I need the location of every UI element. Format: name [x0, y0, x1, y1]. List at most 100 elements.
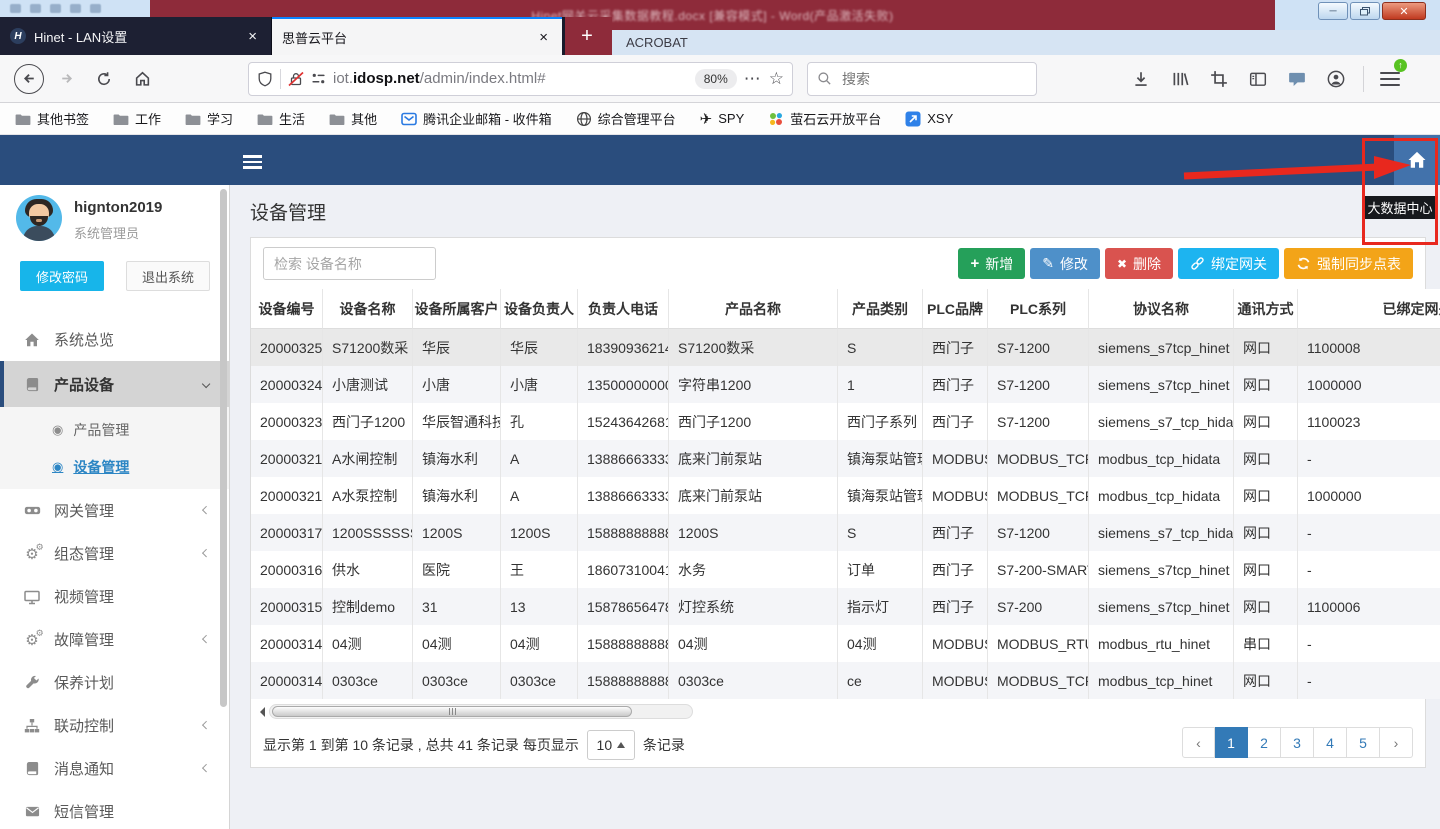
bookmark-item[interactable]: 其他: [329, 109, 377, 128]
column-header[interactable]: 产品类别: [838, 289, 923, 329]
bookmark-item[interactable]: 综合管理平台: [576, 109, 676, 128]
screenshot-icon[interactable]: [1210, 70, 1228, 88]
table-row[interactable]: 200003165供水医院王18607310041水务订单西门子S7-200-S…: [251, 551, 1440, 588]
url-text[interactable]: iot.idosp.net/admin/index.html#: [333, 70, 688, 87]
zoom-badge[interactable]: 80%: [695, 69, 737, 89]
sidebar-item-消息通知[interactable]: 消息通知: [0, 747, 229, 790]
bookmark-item[interactable]: 学习: [185, 109, 233, 128]
新增-button[interactable]: +新增: [958, 248, 1025, 279]
sidebar-subitem-产品管理[interactable]: ◉产品管理: [0, 411, 229, 448]
修改-button[interactable]: ✎修改: [1030, 248, 1100, 279]
forward-button[interactable]: [50, 63, 82, 95]
table-row[interactable]: 200003152控制demo311315878656478灯控系统指示灯西门子…: [251, 588, 1440, 625]
bookmark-item[interactable]: XSY: [905, 111, 953, 127]
reload-button[interactable]: [88, 63, 120, 95]
table-row[interactable]: 200003254S71200数采华辰华辰18390936214S71200数采…: [251, 329, 1440, 366]
close-icon[interactable]: ×: [535, 29, 552, 46]
删除-button[interactable]: ✖删除: [1105, 248, 1173, 279]
permissions-icon[interactable]: [311, 71, 326, 86]
table-row[interactable]: 200003212A水闸控制镇海水利A13886663333底来门前泵站镇海泵站…: [251, 440, 1440, 477]
table-cell: 1200SSSSSS: [323, 514, 413, 551]
shield-icon[interactable]: [257, 71, 273, 87]
sidebar-item-故障管理[interactable]: ⚙⚙故障管理: [0, 618, 229, 661]
table-cell: 15888888888: [578, 662, 669, 699]
column-header[interactable]: PLC系列: [988, 289, 1089, 329]
table-cell: siemens_s7tcp_hinet: [1089, 329, 1234, 366]
sidebar-item-产品设备[interactable]: 产品设备: [0, 361, 229, 407]
close-icon[interactable]: ×: [244, 28, 261, 45]
home-button[interactable]: [126, 63, 158, 95]
tab-hinet[interactable]: H Hinet - LAN设置 ×: [0, 17, 272, 55]
url-bar[interactable]: iot.idosp.net/admin/index.html# 80% ⋯ ☆: [248, 62, 793, 96]
scroll-left-icon[interactable]: [255, 707, 265, 717]
page-size-dropdown[interactable]: 10: [587, 730, 635, 760]
page-3[interactable]: 3: [1281, 727, 1314, 758]
sidebar-item-短信管理[interactable]: 短信管理: [0, 790, 229, 829]
page-next[interactable]: ›: [1380, 727, 1413, 758]
sidebar-item-系统总览[interactable]: 系统总览: [0, 318, 229, 361]
page-actions-icon[interactable]: ⋯: [744, 69, 762, 89]
bookmark-item[interactable]: 其他书签: [15, 109, 89, 128]
minimize-icon[interactable]: ─: [1318, 2, 1348, 20]
library-icon[interactable]: [1171, 70, 1189, 88]
bookmark-item[interactable]: 腾讯企业邮箱 - 收件箱: [401, 109, 552, 128]
column-header[interactable]: 设备名称: [323, 289, 413, 329]
column-header[interactable]: 设备负责人: [501, 289, 578, 329]
page-1[interactable]: 1: [1215, 727, 1248, 758]
insecure-lock-icon[interactable]: [288, 71, 304, 87]
pocket-chat-icon[interactable]: [1288, 70, 1306, 88]
horizontal-scrollbar[interactable]: [255, 704, 693, 719]
logout-button[interactable]: 退出系统: [126, 261, 210, 291]
table-row[interactable]: 2000031771200SSSSSS1200S1200S15888888888…: [251, 514, 1440, 551]
column-header[interactable]: 设备编号: [251, 289, 323, 329]
sidebar-toggle-icon[interactable]: [243, 152, 262, 172]
page-prev[interactable]: ‹: [1182, 727, 1215, 758]
sidebar-item-联动控制[interactable]: 联动控制: [0, 704, 229, 747]
column-header[interactable]: PLC品牌: [923, 289, 988, 329]
sidebar-subitem-设备管理[interactable]: ◉设备管理: [0, 448, 229, 485]
bookmark-star-icon[interactable]: ☆: [769, 69, 784, 89]
account-icon[interactable]: [1327, 70, 1345, 88]
bookmark-item[interactable]: 工作: [113, 109, 161, 128]
table-row[interactable]: 200003248小唐测试小唐小唐13500000000字符串12001西门子S…: [251, 366, 1440, 403]
sidebar-scrollbar[interactable]: [220, 189, 227, 707]
sidebar-item-保养计划[interactable]: 保养计划: [0, 661, 229, 704]
page-2[interactable]: 2: [1248, 727, 1281, 758]
column-header[interactable]: 产品名称: [669, 289, 838, 329]
back-button[interactable]: [14, 64, 44, 94]
close-icon[interactable]: ✕: [1382, 2, 1426, 20]
bookmark-item[interactable]: 生活: [257, 109, 305, 128]
table-row[interactable]: 20000314904测04测04测1588888888804测04测MODBU…: [251, 625, 1440, 662]
绑定网关-button[interactable]: 绑定网关: [1178, 248, 1279, 279]
sidebar-item-网关管理[interactable]: 网关管理: [0, 489, 229, 532]
table-row[interactable]: 2000031450303ce0303ce0303ce1588888888803…: [251, 662, 1440, 699]
search-input[interactable]: [840, 70, 1027, 88]
menu-button[interactable]: ↑: [1380, 68, 1400, 90]
column-header[interactable]: 已绑定网关: [1298, 289, 1440, 329]
new-tab-button[interactable]: +: [562, 17, 612, 55]
column-header[interactable]: 通讯方式: [1234, 289, 1298, 329]
scrollbar-thumb[interactable]: [272, 706, 632, 717]
screen: Hinet网关云采集数据教程.docx [兼容模式] - Word(产品激活失败…: [0, 0, 1440, 829]
ribbon-tab-acrobat[interactable]: ACROBAT: [626, 35, 688, 50]
page-4[interactable]: 4: [1314, 727, 1347, 758]
column-header[interactable]: 协议名称: [1089, 289, 1234, 329]
table-row[interactable]: 200003230西门子1200华辰智通科技孔15243642681西门子120…: [251, 403, 1440, 440]
tab-sipu-cloud[interactable]: 思普云平台 ×: [272, 17, 562, 55]
column-header[interactable]: 设备所属客户: [413, 289, 501, 329]
sidebars-icon[interactable]: [1249, 70, 1267, 88]
强制同步点表-button[interactable]: 强制同步点表: [1284, 248, 1413, 279]
column-header[interactable]: 负责人电话: [578, 289, 669, 329]
table-row[interactable]: 200003211A水泵控制镇海水利A13886663333底来门前泵站镇海泵站…: [251, 477, 1440, 514]
page-5[interactable]: 5: [1347, 727, 1380, 758]
sidebar-item-组态管理[interactable]: ⚙⚙组态管理: [0, 532, 229, 575]
bookmark-item[interactable]: ✈SPY: [700, 110, 745, 128]
avatar[interactable]: [16, 195, 62, 241]
sidebar-item-视频管理[interactable]: 视频管理: [0, 575, 229, 618]
browser-search-box[interactable]: [807, 62, 1037, 96]
change-password-button[interactable]: 修改密码: [20, 261, 104, 291]
download-icon[interactable]: [1132, 70, 1150, 88]
restore-icon[interactable]: [1350, 2, 1380, 20]
device-search-input[interactable]: [263, 247, 436, 280]
bookmark-item[interactable]: 萤石云开放平台: [768, 109, 881, 128]
